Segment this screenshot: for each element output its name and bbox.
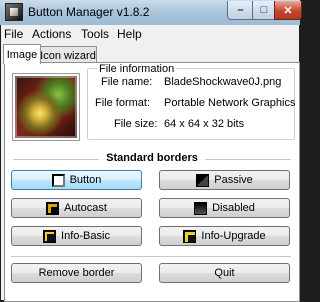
tab-image[interactable]: Image [3, 44, 41, 64]
menu-bar: File Actions Tools Help [1, 25, 299, 41]
icon-preview-image [15, 76, 77, 138]
title-bar[interactable]: Button Manager v1.8.2 – □ ✕ [0, 0, 302, 25]
remove-border-button[interactable]: Remove border [11, 263, 142, 283]
file-format-label: File format: [95, 97, 151, 109]
file-name-label: File name: [101, 76, 153, 88]
autocast-border-button[interactable]: Autocast [11, 198, 142, 218]
file-size-value: 64 x 64 x 32 bits [164, 118, 245, 130]
file-size-label: File size: [114, 118, 158, 130]
actions-separator [11, 256, 291, 257]
info-upgrade-border-label: Info-Upgrade [201, 230, 266, 242]
app-icon [5, 3, 23, 21]
standard-borders-heading: Standard borders [106, 152, 198, 164]
window-title: Button Manager v1.8.2 [28, 5, 150, 19]
menu-file[interactable]: File [4, 27, 23, 41]
disabled-border-button[interactable]: Disabled [159, 198, 290, 218]
menu-help[interactable]: Help [117, 27, 142, 41]
passive-border-button[interactable]: Passive [159, 170, 290, 190]
info-basic-border-button[interactable]: Info-Basic [11, 226, 142, 246]
app-window: Button Manager v1.8.2 – □ ✕ File Actions… [0, 0, 302, 302]
client-area: File Actions Tools Help Image Icon wizar… [1, 25, 300, 302]
info-upgrade-border-button[interactable]: Info-Upgrade [159, 226, 290, 246]
minimize-button[interactable]: – [227, 1, 254, 20]
quit-label: Quit [214, 267, 235, 279]
file-format-value: Portable Network Graphics [164, 97, 296, 109]
autocast-border-icon [46, 201, 60, 215]
passive-border-icon [196, 173, 210, 187]
disabled-border-label: Disabled [212, 202, 255, 214]
menu-actions[interactable]: Actions [32, 27, 71, 41]
info-upgrade-border-icon [183, 229, 197, 243]
image-tab-panel: File information File name: BladeShockwa… [4, 62, 300, 302]
info-basic-border-label: Info-Basic [61, 230, 110, 242]
info-basic-border-icon [43, 229, 57, 243]
button-border-label: Button [69, 174, 102, 186]
menu-tools[interactable]: Tools [81, 27, 109, 41]
remove-border-label: Remove border [38, 267, 115, 279]
icon-preview [12, 73, 80, 141]
maximize-button[interactable]: □ [252, 1, 276, 20]
file-information-heading: File information [97, 63, 177, 75]
file-name-value: BladeShockwave0J.png [164, 76, 282, 88]
disabled-border-icon [194, 201, 208, 215]
autocast-border-label: Autocast [64, 202, 107, 214]
close-button[interactable]: ✕ [274, 1, 302, 20]
separator-right [205, 159, 291, 160]
quit-button[interactable]: Quit [159, 263, 290, 283]
button-border-button[interactable]: Button [11, 170, 142, 190]
button-border-icon [51, 173, 65, 187]
passive-border-label: Passive [214, 174, 253, 186]
